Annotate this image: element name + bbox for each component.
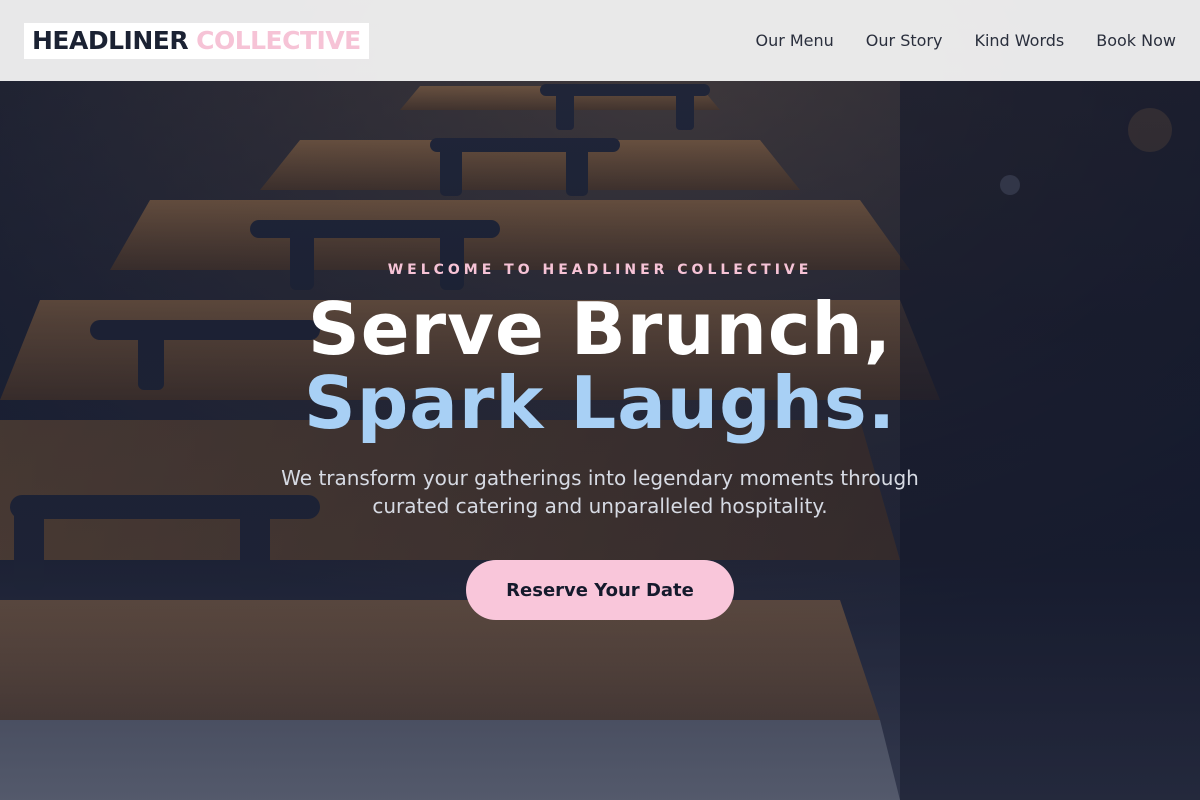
hero-subtitle: We transform your gatherings into legend… bbox=[281, 466, 919, 518]
hero-section: WELCOME TO HEADLINER COLLECTIVE Serve Br… bbox=[0, 0, 1200, 800]
hero-title-line2: Spark Laughs. bbox=[303, 361, 897, 445]
reserve-date-button[interactable]: Reserve Your Date bbox=[466, 560, 734, 620]
hero-title-line1: Serve Brunch, bbox=[307, 287, 893, 371]
hero-eyebrow: WELCOME TO HEADLINER COLLECTIVE bbox=[387, 262, 813, 278]
hero-title: Serve Brunch, Spark Laughs. bbox=[0, 292, 1200, 440]
